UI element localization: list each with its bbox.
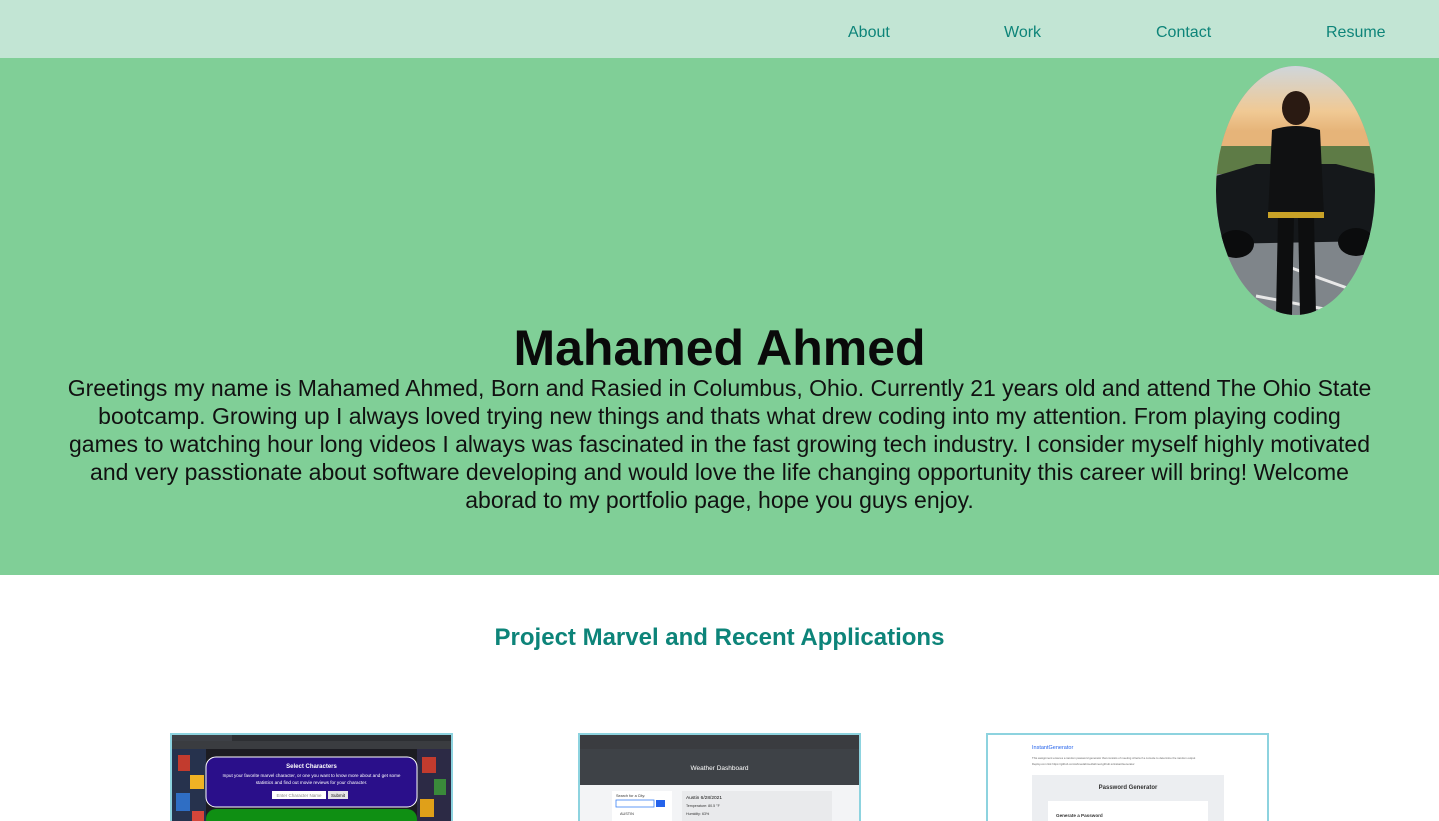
project-card-weather[interactable]: Weather Dashboard Search for a City: AUS…: [578, 733, 861, 821]
generator-desc-line1: This assignment ensures a random passwor…: [1032, 756, 1195, 760]
weather-search-input[interactable]: [615, 799, 655, 808]
top-nav: About Work Contact Resume: [0, 0, 1439, 58]
projects-title: Project Marvel and Recent Applications: [494, 624, 945, 651]
generator-box-title: Password Generator: [1099, 785, 1158, 791]
nav-about-link[interactable]: About: [848, 24, 890, 42]
nav-contact-link[interactable]: Contact: [1156, 24, 1211, 42]
weather-search-label: Search for a City:: [616, 794, 645, 798]
profile-photo: [1216, 66, 1375, 315]
marvel-text-line1: Input your favorite marvel character, or…: [223, 773, 401, 778]
nav-work-link[interactable]: Work: [1004, 24, 1041, 42]
nav-resume-link[interactable]: Resume: [1326, 24, 1386, 42]
weather-city-item: AUSTIN: [620, 812, 634, 816]
marvel-input-placeholder: Enter Character Name: [276, 793, 322, 798]
hero-name: Mahamed Ahmed: [513, 320, 926, 376]
marvel-text-line2: statistics and find out movie reviews fo…: [256, 780, 368, 785]
project-card-generator[interactable]: InstantGenerator This assignment ensures…: [986, 733, 1269, 821]
project-card-marvel[interactable]: Select Characters Input your favorite ma…: [170, 733, 453, 821]
weather-result-title: Austin 6/28/2021: [686, 795, 722, 801]
generator-desc-line2: Deploy.com link https://github.com/ahmed…: [1032, 762, 1135, 766]
marvel-heading: Select Characters: [286, 764, 337, 770]
weather-result-line2: Humidity: 63%: [686, 812, 710, 816]
weather-heading: Weather Dashboard: [690, 765, 748, 772]
weather-search-button[interactable]: [656, 800, 665, 807]
weather-result-line1: Temperature: 80.5 °F: [686, 804, 721, 808]
generator-heading: InstantGenerator: [1032, 745, 1073, 751]
hero-bio: Greetings my name is Mahamed Ahmed, Born…: [67, 375, 1372, 513]
generator-inner-title: Generate a Password: [1056, 813, 1103, 818]
hero-section: Mahamed Ahmed Greetings my name is Maham…: [0, 58, 1439, 575]
marvel-submit-label: Submit: [331, 793, 346, 798]
